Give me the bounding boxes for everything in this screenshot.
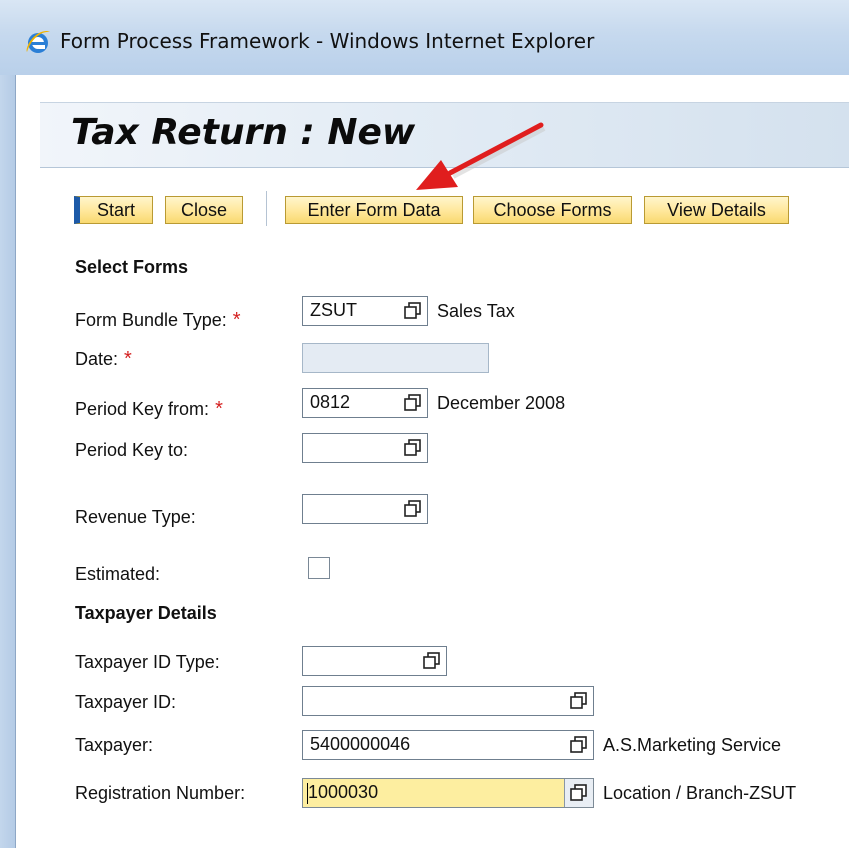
taxpayer-value: 5400000046 (310, 734, 411, 754)
estimated-label: Estimated: (75, 564, 161, 584)
value-help-icon[interactable] (418, 647, 446, 675)
period-key-to-label: Period Key to: (75, 440, 189, 460)
close-button[interactable]: Close (165, 196, 243, 224)
form-bundle-type-label: Form Bundle Type: * (75, 309, 241, 332)
taxpayer-id-label: Taxpayer ID: (75, 692, 177, 712)
window-title-bar: Form Process Framework - Windows Interne… (0, 0, 849, 75)
revenue-type-label: Revenue Type: (75, 507, 196, 527)
period-key-from-label-text: Period Key from: (75, 399, 210, 419)
registration-number-value: 1000030 (308, 782, 379, 802)
view-details-button[interactable]: View Details (644, 196, 789, 224)
value-help-icon[interactable] (399, 434, 427, 462)
revenue-type-input[interactable] (302, 494, 428, 524)
select-forms-heading: Select Forms (75, 257, 189, 277)
window-frame-left (0, 75, 16, 848)
value-help-icon[interactable] (399, 495, 427, 523)
start-button[interactable]: Start (74, 196, 153, 224)
enter-form-data-button[interactable]: Enter Form Data (285, 196, 463, 224)
required-marker: * (124, 348, 132, 370)
form-bundle-type-label-text: Form Bundle Type: (75, 310, 227, 330)
value-help-icon[interactable] (399, 297, 427, 325)
period-key-to-input[interactable] (302, 433, 428, 463)
date-label: Date: * (75, 348, 132, 371)
value-help-icon[interactable] (565, 687, 593, 715)
value-help-icon[interactable] (565, 731, 593, 759)
period-key-from-input[interactable]: 0812 (302, 388, 428, 418)
date-label-text: Date: (75, 349, 119, 369)
registration-number-label: Registration Number: (75, 783, 246, 803)
taxpayer-id-type-label: Taxpayer ID Type: (75, 652, 220, 672)
page-title: Tax Return : New (71, 112, 416, 153)
page-header: Tax Return : New (40, 102, 849, 168)
value-help-icon[interactable] (564, 779, 593, 807)
form-bundle-type-description: Sales Tax (437, 301, 515, 321)
form-bundle-type-input[interactable]: ZSUT (302, 296, 428, 326)
registration-number-input[interactable]: 1000030 (302, 778, 594, 808)
taxpayer-details-heading: Taxpayer Details (75, 603, 217, 623)
taxpayer-id-input[interactable] (302, 686, 594, 716)
date-input (302, 343, 489, 373)
form-bundle-type-value: ZSUT (310, 300, 357, 320)
taxpayer-input[interactable]: 5400000046 (302, 730, 594, 760)
required-marker: * (215, 398, 223, 420)
value-help-icon[interactable] (399, 389, 427, 417)
period-key-from-label: Period Key from: * (75, 398, 223, 421)
choose-forms-button[interactable]: Choose Forms (473, 196, 632, 224)
taxpayer-id-type-input[interactable] (302, 646, 447, 676)
taxpayer-description: A.S.Marketing Service (603, 735, 782, 755)
taxpayer-label: Taxpayer: (75, 735, 154, 755)
period-key-from-description: December 2008 (437, 393, 566, 413)
window-title: Form Process Framework - Windows Interne… (60, 29, 595, 53)
registration-number-description: Location / Branch-ZSUT (603, 783, 797, 803)
toolbar-separator (266, 191, 267, 226)
required-marker: * (232, 309, 241, 331)
estimated-checkbox[interactable] (308, 557, 330, 579)
period-key-from-value: 0812 (310, 392, 351, 412)
internet-explorer-icon (26, 31, 50, 53)
